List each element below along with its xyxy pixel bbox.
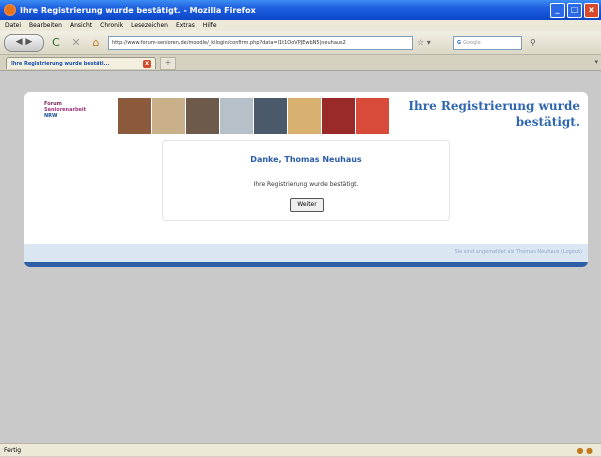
tab-label: Ihre Registrierung wurde bestäti...: [11, 61, 110, 67]
menu-bearbeiten[interactable]: Bearbeiten: [29, 22, 62, 29]
page-viewport: Forum Seniorenarbeit NRW Ihre Registrier…: [0, 71, 601, 443]
status-text: Fertig: [4, 447, 22, 454]
tab-registration[interactable]: Ihre Registrierung wurde bestäti... x: [6, 57, 156, 69]
menu-hilfe[interactable]: Hilfe: [203, 22, 217, 29]
menu-extras[interactable]: Extras: [176, 22, 195, 29]
login-status-text[interactable]: Sie sind angemeldet als Thomas Neuhaus (…: [455, 249, 582, 255]
confirmation-box: Danke, Thomas Neuhaus Ihre Registrierung…: [162, 140, 450, 221]
page-headline: Ihre Registrierung wurde bestätigt.: [408, 99, 580, 129]
menu-chronik[interactable]: Chronik: [100, 22, 123, 29]
page-footer: Sie sind angemeldet als Thomas Neuhaus (…: [24, 244, 588, 262]
weiter-button[interactable]: Weiter: [290, 198, 324, 212]
logo-line-3: NRW: [44, 113, 58, 119]
confirmation-message: Ihre Registrierung wurde bestätigt.: [253, 181, 359, 188]
header-photo-banner: [118, 98, 390, 134]
reload-icon[interactable]: C: [48, 35, 64, 51]
tab-list-chevron-icon[interactable]: ▾: [594, 58, 598, 66]
menu-lesezeichen[interactable]: Lesezeichen: [131, 22, 168, 29]
thanks-heading: Danke, Thomas Neuhaus: [250, 155, 362, 164]
menu-datei[interactable]: Datei: [5, 22, 21, 29]
tab-bar: Ihre Registrierung wurde bestäti... x + …: [0, 55, 601, 71]
banner-photo-3: [186, 98, 219, 134]
back-forward-button[interactable]: ◀ ▶: [4, 33, 44, 52]
banner-photo-4: [220, 98, 253, 134]
menu-ansicht[interactable]: Ansicht: [70, 22, 92, 29]
search-placeholder: Google: [463, 39, 481, 46]
window-title-bar: Ihre Registrierung wurde bestätigt. - Mo…: [0, 0, 601, 20]
window-title: Ihre Registrierung wurde bestätigt. - Mo…: [20, 5, 256, 15]
banner-photo-8: [356, 98, 389, 134]
search-input[interactable]: G Google: [453, 35, 522, 50]
firefox-icon: [4, 4, 16, 16]
content-card: Forum Seniorenarbeit NRW Ihre Registrier…: [24, 92, 588, 267]
bookmark-star-icon[interactable]: ☆ ▾: [417, 38, 447, 47]
banner-photo-1: [118, 98, 151, 134]
banner-photo-2: [152, 98, 185, 134]
footer-bar: [24, 262, 588, 267]
search-icon[interactable]: ⚲: [530, 38, 536, 47]
menu-bar: Datei Bearbeiten Ansicht Chronik Lesezei…: [0, 20, 601, 31]
maximize-button[interactable]: □: [567, 2, 582, 18]
forum-logo[interactable]: Forum Seniorenarbeit NRW: [44, 101, 86, 119]
home-icon[interactable]: ⌂: [88, 35, 104, 51]
tab-close-icon[interactable]: x: [143, 60, 151, 68]
status-icons: ● ●: [576, 446, 593, 455]
minimize-button[interactable]: _: [550, 2, 565, 18]
banner-photo-6: [288, 98, 321, 134]
new-tab-button[interactable]: +: [160, 57, 176, 70]
navigation-toolbar: ◀ ▶ C ✕ ⌂ http://www.forum-senioren.de/m…: [0, 31, 601, 55]
banner-photo-7: [322, 98, 355, 134]
url-bar[interactable]: http://www.forum-senioren.de/moodle/_kil…: [108, 35, 413, 50]
stop-icon[interactable]: ✕: [68, 35, 84, 51]
close-window-button[interactable]: x: [584, 2, 599, 18]
banner-photo-5: [254, 98, 287, 134]
google-icon[interactable]: G: [457, 40, 461, 46]
status-bar: Fertig ● ●: [0, 443, 601, 456]
